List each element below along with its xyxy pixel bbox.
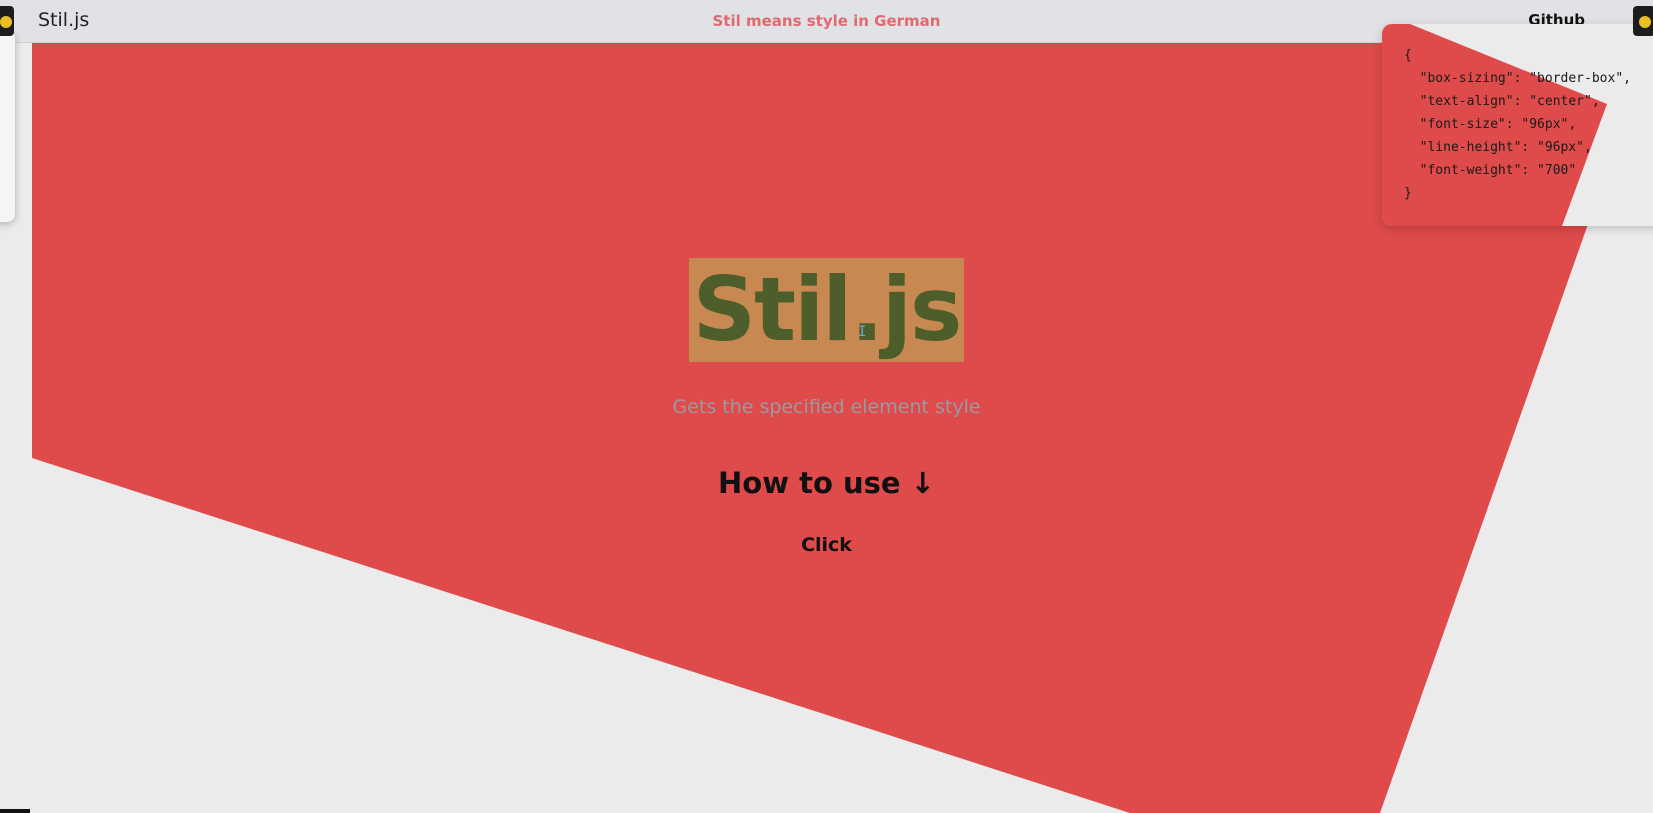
left-style-panel <box>0 30 15 222</box>
click-button[interactable]: Click <box>801 534 852 556</box>
sun-dot <box>0 16 12 28</box>
bottom-edge-marker <box>0 809 30 813</box>
page: Stil.js Stil means style in German Githu… <box>0 0 1653 813</box>
hero-container: Stil.js <box>0 258 1653 362</box>
hero-title[interactable]: Stil.js <box>688 258 965 362</box>
text-cursor-icon: I <box>858 324 867 340</box>
style-json-code: { "box-sizing": "border-box", "text-alig… <box>1404 48 1631 201</box>
sun-icon[interactable] <box>1633 6 1653 36</box>
style-output-panel: { "box-sizing": "border-box", "text-alig… <box>1382 24 1653 226</box>
how-to-use-heading: How to use ↓ <box>718 466 935 500</box>
click-button-wrap: Click <box>0 534 1653 556</box>
sun-icon[interactable] <box>0 6 14 36</box>
hero-subtitle: Gets the specified element style <box>672 396 981 418</box>
sun-dot <box>1639 16 1651 28</box>
